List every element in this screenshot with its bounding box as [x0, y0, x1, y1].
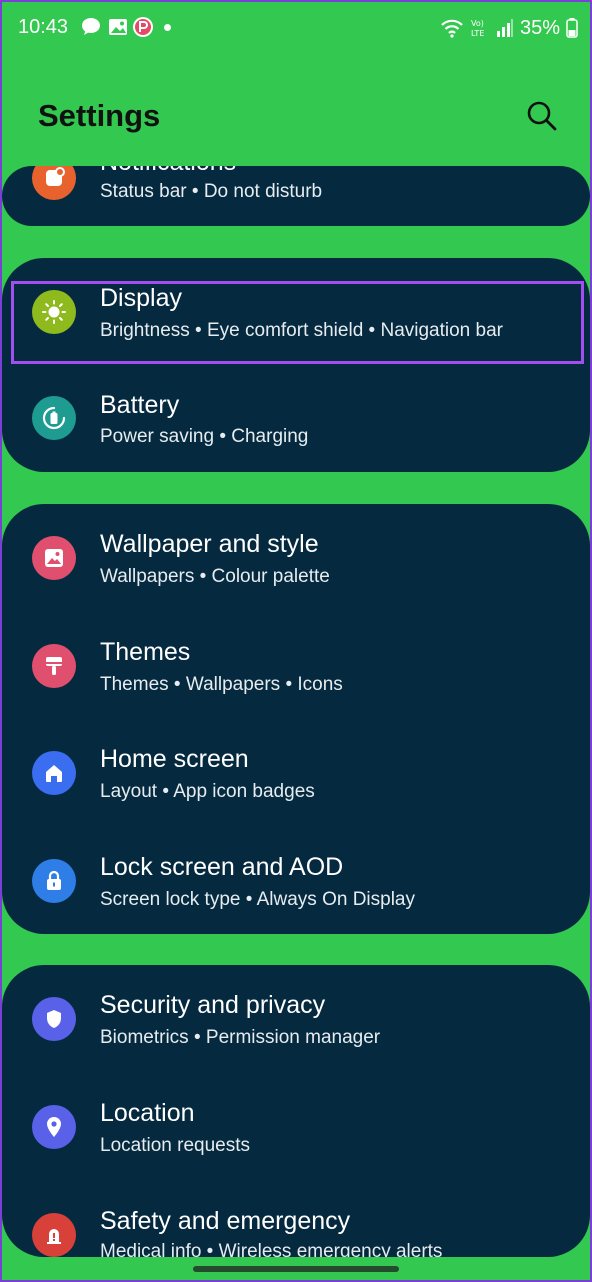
item-subtitle: Layout • App icon badges: [100, 781, 315, 802]
item-title: Home screen: [100, 745, 249, 773]
item-title: Wallpaper and style: [100, 530, 319, 558]
settings-item-safety[interactable]: Safety and emergency Medical info • Wire…: [2, 1203, 590, 1257]
status-right: Vo) LTE 35%: [440, 14, 578, 42]
item-title: Display: [100, 284, 182, 312]
location-pin-icon: [32, 1105, 76, 1149]
item-subtitle: Wallpapers • Colour palette: [100, 566, 330, 587]
volte-icon: Vo) LTE: [471, 19, 484, 38]
card-notifications: Notifications Status bar • Do not distur…: [2, 166, 590, 226]
item-subtitle: Biometrics • Permission manager: [100, 1027, 381, 1048]
brush-icon: [32, 644, 76, 688]
card-security: Security and privacy Biometrics • Permis…: [2, 965, 590, 1257]
home-indicator[interactable]: [193, 1266, 399, 1272]
sun-icon: [32, 290, 76, 334]
settings-item-home-screen[interactable]: Home screen Layout • App icon badges: [2, 741, 590, 831]
search-icon[interactable]: [522, 96, 562, 136]
gallery-icon: [109, 19, 127, 35]
item-title: Safety and emergency: [100, 1207, 351, 1235]
settings-item-lock-screen[interactable]: Lock screen and AOD Screen lock type • A…: [2, 849, 590, 934]
item-title: Lock screen and AOD: [100, 853, 344, 881]
battery-percent: 35%: [519, 16, 560, 39]
lock-icon: [32, 859, 76, 903]
item-title: Security and privacy: [100, 991, 326, 1019]
item-subtitle: Screen lock type • Always On Display: [100, 889, 416, 910]
emergency-icon: [32, 1213, 76, 1257]
item-subtitle: Power saving • Charging: [100, 426, 309, 447]
battery-care-icon: [32, 396, 76, 440]
item-subtitle: Themes • Wallpapers • Icons: [100, 674, 343, 695]
chat-bubble-icon: [82, 18, 100, 35]
item-title: Notifications: [100, 166, 236, 177]
status-time: 10:43: [18, 16, 69, 38]
settings-item-location[interactable]: Location Location requests: [2, 1095, 590, 1185]
card-personalization: Wallpaper and style Wallpapers • Colour …: [2, 504, 590, 934]
signal-icon: [496, 19, 513, 37]
home-icon: [32, 751, 76, 795]
svg-text:LTE: LTE: [471, 29, 484, 38]
item-title: Themes: [100, 638, 191, 666]
notification-dot: [164, 24, 171, 31]
settings-item-wallpaper[interactable]: Wallpaper and style Wallpapers • Colour …: [2, 526, 590, 616]
page-title: Settings: [38, 98, 161, 133]
item-title: Battery: [100, 391, 180, 419]
status-bar: 10:43 Vo) LTE 35%: [0, 0, 592, 58]
item-subtitle: Medical info • Wireless emergency alerts: [100, 1241, 443, 1257]
item-title: Location: [100, 1099, 195, 1127]
settings-item-notifications[interactable]: Notifications Status bar • Do not distur…: [2, 166, 590, 226]
battery-icon: [566, 18, 578, 38]
svg-text:Vo): Vo): [471, 19, 484, 28]
settings-item-security[interactable]: Security and privacy Biometrics • Permis…: [2, 987, 590, 1077]
settings-item-display[interactable]: Display Brightness • Eye comfort shield …: [2, 280, 590, 366]
app-p-icon: [133, 17, 153, 37]
item-subtitle: Location requests: [100, 1135, 250, 1156]
wifi-icon: [441, 19, 463, 38]
settings-item-themes[interactable]: Themes Themes • Wallpapers • Icons: [2, 634, 590, 724]
item-subtitle: Brightness • Eye comfort shield • Naviga…: [100, 320, 503, 341]
image-icon: [32, 536, 76, 580]
notifications-icon: [32, 166, 76, 200]
item-subtitle: Status bar • Do not disturb: [100, 181, 323, 202]
card-display-battery: Display Brightness • Eye comfort shield …: [2, 258, 590, 472]
shield-icon: [32, 997, 76, 1041]
settings-item-battery[interactable]: Battery Power saving • Charging: [2, 386, 590, 472]
